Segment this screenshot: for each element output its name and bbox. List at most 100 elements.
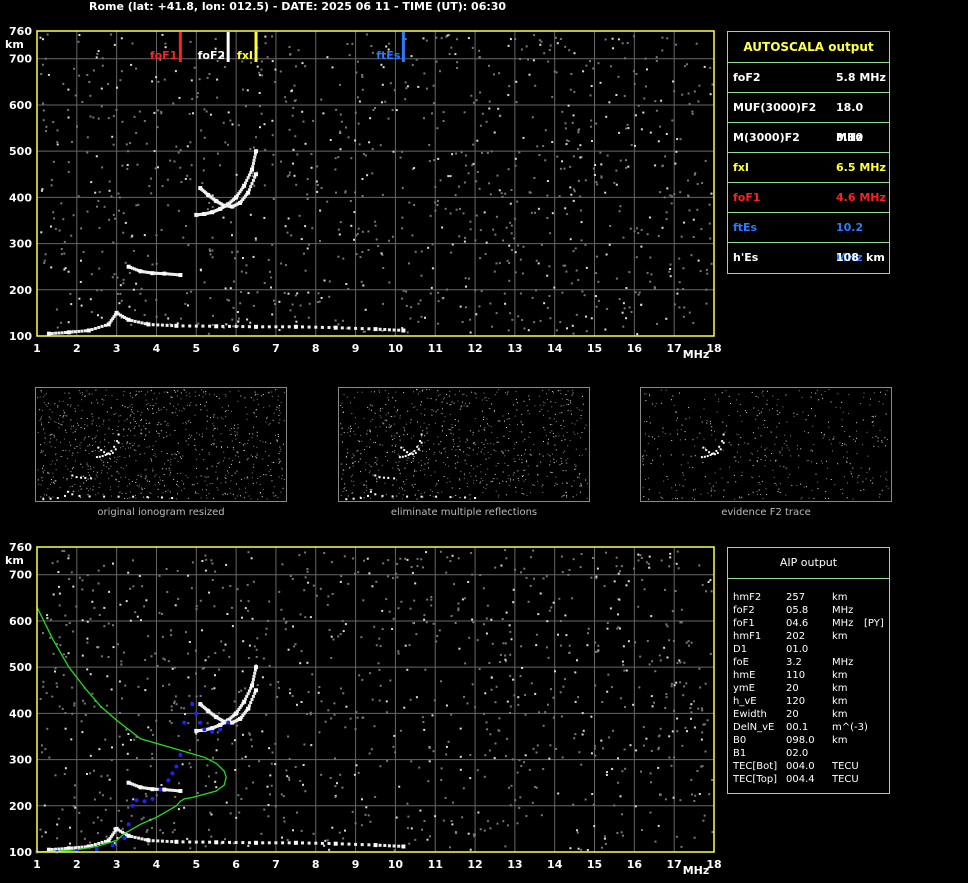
thumb-dot — [67, 468, 69, 470]
noise-dot — [246, 318, 249, 321]
noise-dot — [406, 558, 409, 561]
noise-dot — [334, 796, 337, 799]
thumb-dot — [541, 409, 543, 410]
thumb-dot — [205, 489, 207, 491]
thumb-dot — [487, 443, 489, 445]
thumb-dot — [738, 393, 740, 395]
noise-dot — [479, 574, 482, 576]
noise-dot — [624, 57, 627, 60]
thumb-dot — [830, 479, 832, 480]
thumb-dot — [342, 441, 343, 443]
x-tick-label: 14 — [547, 342, 563, 355]
thumb-dot — [68, 450, 70, 452]
noise-dot — [669, 556, 672, 559]
thumb-dot — [188, 392, 190, 394]
noise-dot — [555, 329, 558, 332]
noise-dot — [249, 213, 252, 216]
thumb-dot — [43, 402, 45, 404]
thumb-dot — [424, 408, 426, 410]
thumb-dot — [451, 426, 453, 428]
noise-dot — [649, 280, 652, 283]
noise-dot — [471, 573, 474, 576]
thumb-dot — [821, 462, 823, 464]
thumb-dot — [140, 420, 142, 421]
noise-dot — [361, 73, 364, 76]
noise-dot — [553, 70, 556, 73]
noise-dot — [177, 597, 180, 600]
thumb-dot — [681, 424, 683, 426]
thumb-dot — [757, 460, 758, 462]
noise-dot — [619, 159, 622, 162]
thumb-dot — [145, 419, 147, 421]
thumb-dot — [110, 495, 112, 497]
noise-dot — [705, 590, 707, 593]
noise-dot — [374, 796, 377, 798]
noise-dot — [590, 576, 593, 579]
noise-dot — [521, 272, 524, 275]
thumb-point — [401, 455, 404, 458]
thumb-dot — [703, 408, 705, 410]
thumb-dot — [650, 463, 652, 465]
noise-dot — [154, 167, 157, 170]
thumb-point — [702, 446, 705, 449]
noise-dot — [361, 76, 364, 78]
noise-dot — [565, 270, 568, 273]
thumb-dot — [579, 455, 581, 457]
noise-dot — [247, 844, 250, 847]
noise-dot — [621, 42, 624, 45]
noise-dot — [264, 633, 267, 636]
thumb-point — [374, 493, 377, 496]
noise-dot — [505, 755, 507, 758]
thumb-dot — [507, 391, 509, 393]
thumb-dot — [50, 438, 52, 440]
noise-dot — [89, 617, 92, 620]
trace-dot — [151, 323, 155, 327]
noise-dot — [639, 655, 642, 658]
trace-dot — [320, 325, 324, 329]
thumb-dot — [790, 455, 792, 457]
thumb-dot — [758, 475, 760, 477]
thumb-dot — [180, 472, 182, 474]
noise-dot — [73, 702, 76, 705]
thumb-dot — [759, 483, 761, 485]
noise-dot — [608, 243, 611, 246]
noise-dot — [604, 843, 607, 845]
noise-dot — [381, 609, 384, 612]
thumb-dot — [352, 480, 354, 482]
noise-dot — [530, 211, 533, 214]
thumb-dot — [225, 410, 227, 412]
noise-dot — [681, 93, 684, 96]
trace-dot — [140, 321, 144, 325]
thumb-dot — [371, 489, 373, 490]
noise-dot — [471, 164, 474, 167]
thumb-dot — [237, 400, 239, 402]
noise-dot — [465, 154, 467, 157]
thumb-dot — [422, 389, 424, 391]
noise-dot — [439, 550, 442, 553]
thumb-dot — [702, 461, 704, 463]
noise-dot — [579, 156, 582, 159]
noise-dot — [633, 35, 636, 38]
thumb-dot — [87, 472, 89, 473]
noise-dot — [287, 217, 290, 220]
trace-dot — [194, 840, 198, 844]
noise-dot — [133, 847, 136, 850]
thumb-dot — [867, 455, 869, 457]
noise-dot — [93, 769, 95, 772]
noise-dot — [72, 214, 75, 217]
noise-dot — [585, 64, 588, 67]
noise-dot — [185, 225, 187, 227]
noise-dot — [551, 212, 554, 215]
noise-dot — [353, 773, 356, 776]
noise-dot — [553, 286, 556, 289]
thumb-dot — [176, 483, 178, 485]
thumb-dot — [159, 476, 161, 478]
thumb-dot — [555, 482, 556, 484]
thumb-dot — [505, 494, 507, 496]
noise-dot — [690, 641, 693, 644]
thumb-dot — [738, 434, 740, 436]
noise-dot — [162, 657, 165, 660]
thumb-dot — [514, 443, 516, 445]
thumb-dot — [135, 422, 137, 424]
thumb-dot — [187, 444, 189, 446]
